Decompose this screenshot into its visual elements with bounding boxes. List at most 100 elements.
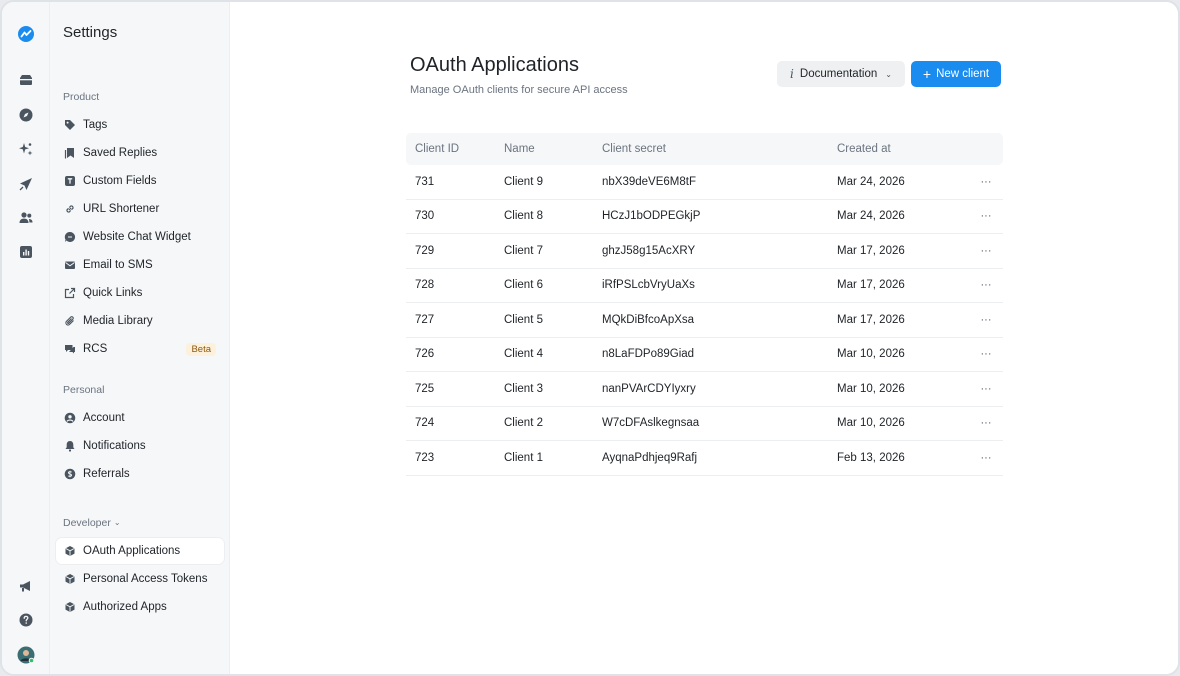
cell-created-at: Mar 24, 2026 (837, 210, 905, 223)
column-header-created-at[interactable]: Created at (837, 143, 969, 155)
compass-icon[interactable] (2, 103, 50, 127)
sidebar-item-media-library[interactable]: Media Library (56, 308, 224, 334)
chevron-down-icon: ⌄ (885, 69, 892, 79)
cell-name: Client 8 (504, 210, 543, 223)
sidebar-item-tags[interactable]: Tags (56, 112, 224, 138)
row-actions-menu-icon[interactable]: ··· (969, 176, 1003, 188)
settings-sidebar: Settings Product Tags Saved Replies Cust… (50, 2, 230, 674)
cube-icon (63, 601, 76, 614)
info-icon: i (790, 67, 794, 81)
paperclip-icon (63, 315, 76, 328)
cube-icon (63, 545, 76, 558)
section-personal: Personal (63, 384, 105, 396)
sidebar-item-referrals[interactable]: Referrals (56, 461, 224, 487)
row-actions-menu-icon[interactable]: ··· (969, 417, 1003, 429)
table-row[interactable]: 723 Client 1 AyqnaPdhjeq9Rafj Feb 13, 2026 ·… (406, 441, 1003, 476)
sidebar-item-url-shortener[interactable]: URL Shortener (56, 196, 224, 222)
column-header-name[interactable]: Name (504, 143, 602, 155)
column-header-client-secret[interactable]: Client secret (602, 143, 837, 155)
sidebar-item-quick-links[interactable]: Quick Links (56, 280, 224, 306)
sidebar-title: Settings (63, 24, 118, 41)
cell-created-at: Mar 17, 2026 (837, 313, 905, 326)
inbox-icon[interactable] (2, 68, 50, 92)
row-actions-menu-icon[interactable]: ··· (969, 314, 1003, 326)
avatar[interactable] (2, 643, 50, 667)
table-row[interactable]: 730 Client 8 HCzJ1bODPEGkjP Mar 24, 2026 ··· (406, 200, 1003, 234)
row-actions-menu-icon[interactable]: ··· (969, 210, 1003, 222)
row-actions-menu-icon[interactable]: ··· (969, 383, 1003, 395)
cell-client-secret: n8LaFDPo89Giad (602, 348, 695, 361)
cell-client-secret: nanPVArCDYIyxry (602, 382, 696, 395)
cell-client-secret: W7cDFAslkegnsaa (602, 417, 700, 430)
megaphone-icon[interactable] (2, 574, 50, 598)
sidebar-item-account[interactable]: Account (56, 405, 224, 431)
sidebar-item-label: Media Library (83, 315, 153, 327)
cell-client-id: 730 (415, 210, 435, 223)
cell-client-id: 723 (415, 451, 435, 464)
table-body: 731 Client 9 nbX39deVE6M8tF Mar 24, 2026 ···… (406, 165, 1003, 476)
sidebar-item-notifications[interactable]: Notifications (56, 433, 224, 459)
sidebar-item-label: Website Chat Widget (83, 231, 191, 243)
cell-name: Client 1 (504, 451, 543, 464)
new-client-button[interactable]: + New client (911, 61, 1001, 87)
external-link-icon (63, 287, 76, 300)
table-row[interactable]: 728 Client 6 iRfPSLcbVryUaXs Mar 17, 2026 ··… (406, 269, 1003, 303)
user-circle-icon (63, 412, 76, 425)
app-window: Settings Product Tags Saved Replies Cust… (0, 0, 1180, 676)
table-row[interactable]: 729 Client 7 ghzJ58g15AcXRY Mar 17, 2026 ··· (406, 234, 1003, 269)
envelope-icon (63, 259, 76, 272)
section-developer[interactable]: Developer ⌄ (63, 517, 121, 529)
bell-icon (63, 440, 76, 453)
cell-client-secret: iRfPSLcbVryUaXs (602, 279, 695, 292)
cell-client-id: 727 (415, 313, 435, 326)
row-actions-menu-icon[interactable]: ··· (969, 279, 1003, 291)
link-icon (63, 203, 76, 216)
sidebar-item-oauth-applications[interactable]: OAuth Applications (56, 538, 224, 564)
send-icon[interactable] (2, 172, 50, 196)
table-row[interactable]: 726 Client 4 n8LaFDPo89Giad Mar 10, 2026 ··· (406, 338, 1003, 372)
row-actions-menu-icon[interactable]: ··· (969, 245, 1003, 257)
cell-name: Client 6 (504, 279, 543, 292)
cell-client-id: 729 (415, 244, 435, 257)
icon-rail (2, 2, 50, 674)
sidebar-item-rcs[interactable]: RCS Beta (56, 336, 224, 362)
cell-created-at: Mar 17, 2026 (837, 244, 905, 257)
section-developer-label: Developer (63, 517, 111, 529)
sidebar-item-personal-access-tokens[interactable]: Personal Access Tokens (56, 566, 224, 592)
sidebar-item-label: Authorized Apps (83, 601, 167, 613)
cell-created-at: Mar 10, 2026 (837, 348, 905, 361)
table-row[interactable]: 725 Client 3 nanPVArCDYIyxry Mar 10, 2026 ··… (406, 372, 1003, 407)
sidebar-item-label: OAuth Applications (83, 545, 181, 557)
row-actions-menu-icon[interactable]: ··· (969, 348, 1003, 360)
cell-name: Client 3 (504, 382, 543, 395)
column-header-client-id[interactable]: Client ID (406, 143, 504, 155)
sidebar-item-website-chat-widget[interactable]: Website Chat Widget (56, 224, 224, 250)
cell-name: Client 9 (504, 175, 543, 188)
documentation-button[interactable]: i Documentation ⌄ (777, 61, 905, 87)
cell-created-at: Mar 17, 2026 (837, 279, 905, 292)
row-actions-menu-icon[interactable]: ··· (969, 452, 1003, 464)
cell-created-at: Mar 10, 2026 (837, 417, 905, 430)
sidebar-item-label: Custom Fields (83, 175, 157, 187)
cell-client-id: 724 (415, 417, 435, 430)
chat-bubble-icon (63, 231, 76, 244)
chevron-down-icon: ⌄ (113, 518, 121, 527)
cell-name: Client 5 (504, 313, 543, 326)
bookmark-icon (63, 147, 76, 160)
sidebar-item-authorized-apps[interactable]: Authorized Apps (56, 594, 224, 620)
page-subtitle: Manage OAuth clients for secure API acce… (410, 84, 628, 96)
contacts-icon[interactable] (2, 206, 50, 230)
analytics-icon[interactable] (2, 240, 50, 264)
help-icon[interactable] (2, 608, 50, 632)
plus-icon: + (922, 65, 932, 82)
table-row[interactable]: 727 Client 5 MQkDiBfcoApXsa Mar 17, 2026 ··· (406, 303, 1003, 338)
logo-icon[interactable] (2, 22, 50, 46)
sidebar-item-email-to-sms[interactable]: Email to SMS (56, 252, 224, 278)
tag-icon (63, 119, 76, 132)
table-row[interactable]: 731 Client 9 nbX39deVE6M8tF Mar 24, 2026 ··· (406, 165, 1003, 200)
sparkles-icon[interactable] (2, 137, 50, 161)
new-client-label: New client (936, 68, 990, 80)
table-row[interactable]: 724 Client 2 W7cDFAslkegnsaa Mar 10, 2026 ··… (406, 407, 1003, 441)
sidebar-item-saved-replies[interactable]: Saved Replies (56, 140, 224, 166)
sidebar-item-custom-fields[interactable]: Custom Fields (56, 168, 224, 194)
